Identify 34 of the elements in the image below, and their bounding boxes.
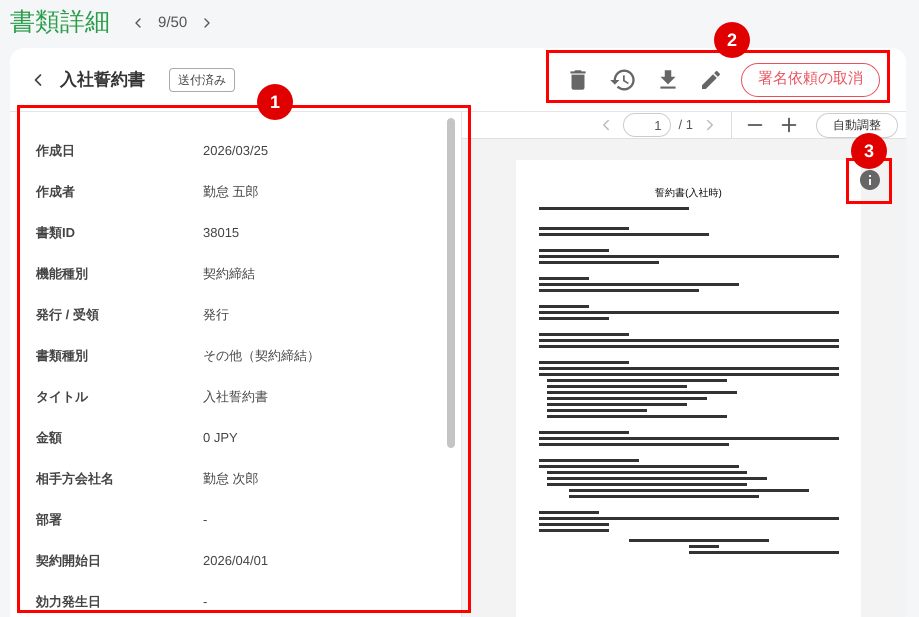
field-value: 2026/04/01 [203, 552, 268, 570]
info-icon[interactable] [858, 168, 882, 192]
page-title: 書類詳細 [10, 7, 110, 38]
field-label: 作成日 [36, 142, 76, 160]
field-value: 入社誓約書 [203, 388, 268, 406]
field-value: - [203, 592, 208, 611]
field-label: 機能種別 [36, 264, 89, 283]
annotation-number: 2 [714, 22, 750, 58]
pager-position: 9/50 [158, 12, 188, 33]
field-value: - [203, 510, 208, 529]
field-label: 発行 / 受領 [36, 306, 100, 324]
field-value: 契約締結 [203, 264, 255, 283]
field-value: 0 JPY [203, 428, 238, 447]
field-label: 相手方会社名 [36, 470, 115, 488]
field-value: その他（契約締結） [203, 346, 320, 365]
field-label: 書類ID [36, 224, 76, 242]
page-number-field[interactable]: 1 [622, 113, 671, 137]
field-label: 部署 [36, 510, 63, 529]
field-value: 発行 [203, 306, 229, 324]
field-value: 2026/03/25 [203, 142, 268, 160]
field-label: 契約開始日 [36, 552, 102, 570]
status-badge: 送付済み [169, 68, 235, 92]
document-title: 入社誓約書 [60, 68, 145, 91]
field-label: 効力発生日 [36, 592, 102, 611]
cancel-signature-request-button[interactable]: 署名依頼の取消 [741, 62, 880, 96]
field-value: 勤怠 五郎 [203, 182, 259, 201]
field-label: タイトル [36, 388, 90, 406]
field-label: 書類種別 [36, 346, 89, 365]
page-total: / 1 [678, 116, 693, 134]
field-value: 38015 [203, 224, 240, 242]
field-value: 勤怠 次郎 [203, 470, 259, 488]
preview-title: 誓約書(入社時) [655, 186, 722, 201]
field-label: 金額 [36, 428, 63, 447]
field-label: 作成者 [36, 182, 76, 201]
